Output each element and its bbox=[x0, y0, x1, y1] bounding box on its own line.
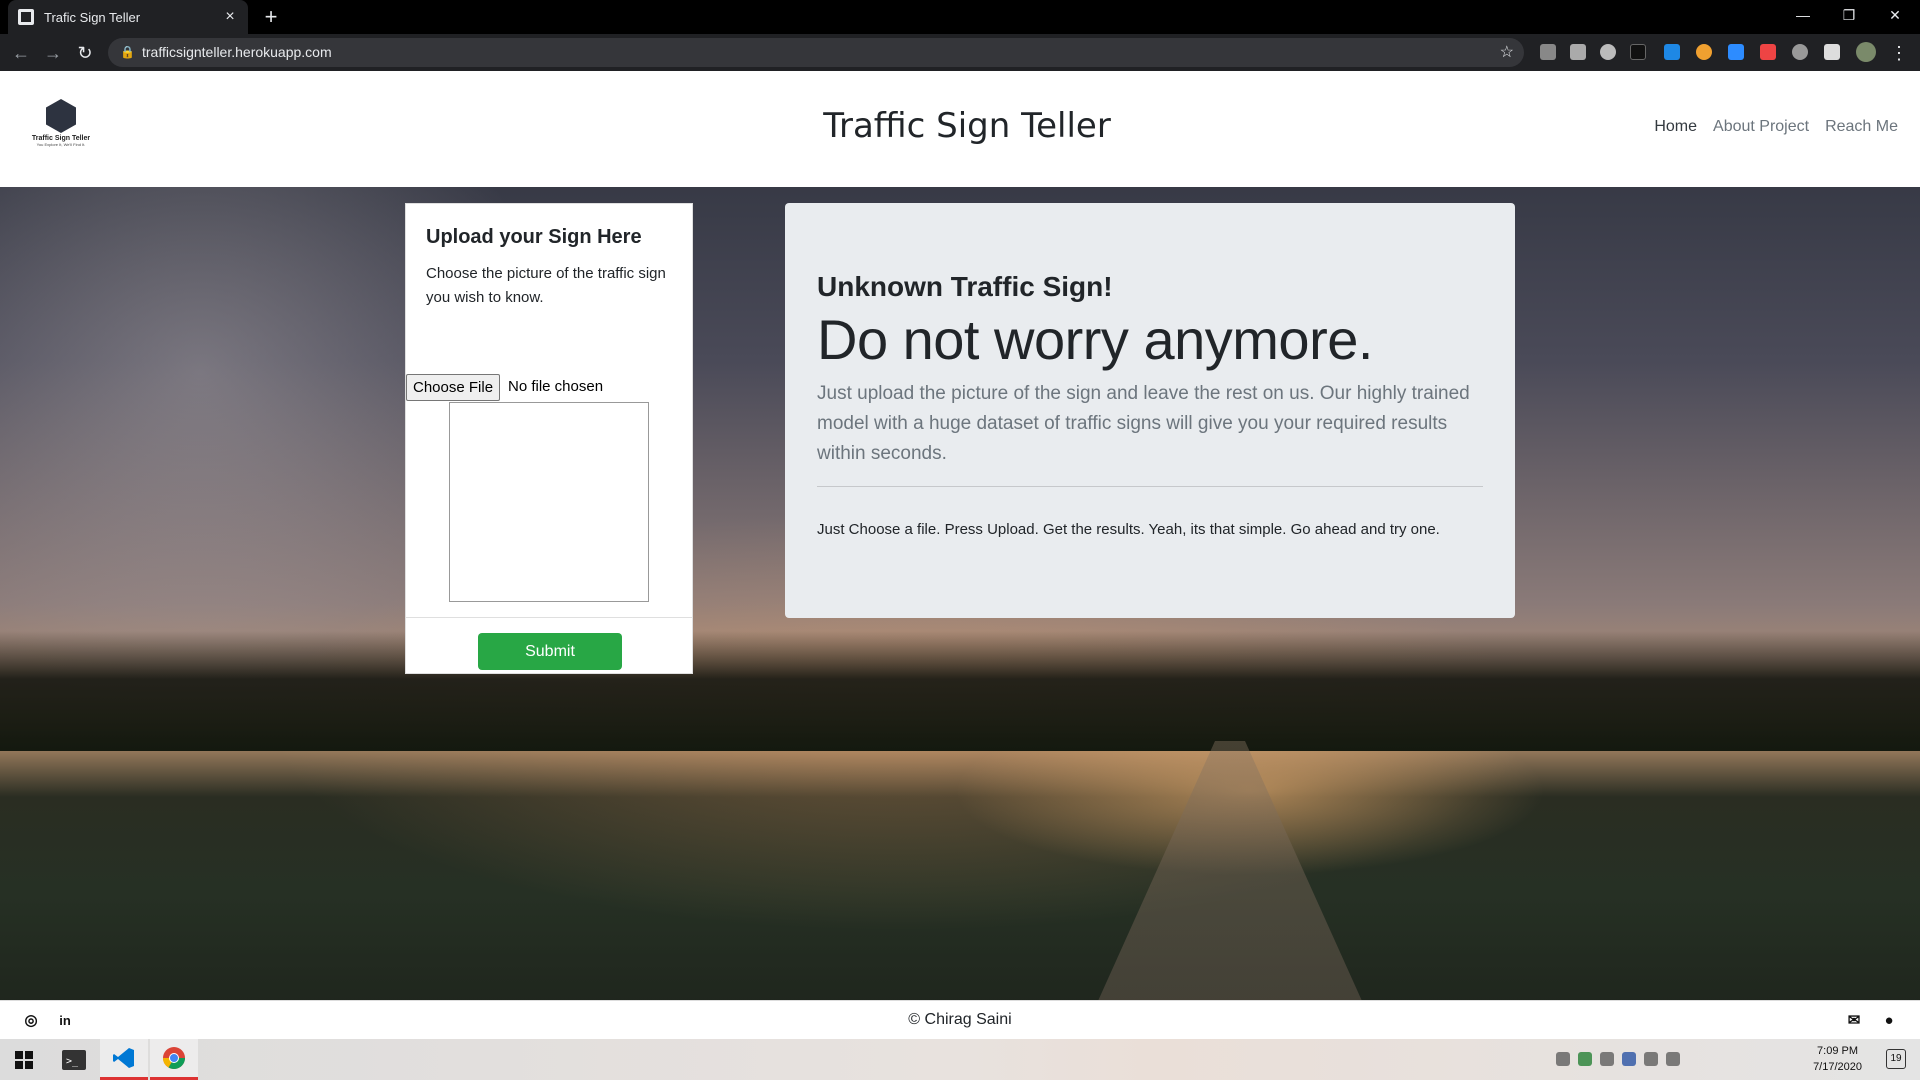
file-status-text: No file chosen bbox=[508, 378, 604, 395]
url-text: trafficsignteller.herokuapp.com bbox=[142, 44, 332, 60]
lock-icon: 🔒 bbox=[120, 45, 135, 59]
camera-extension-icon[interactable] bbox=[1570, 44, 1586, 60]
choose-file-button[interactable]: Choose File bbox=[406, 374, 501, 401]
site-favicon-icon bbox=[18, 9, 34, 25]
tray-icon[interactable] bbox=[1556, 1052, 1570, 1066]
tray-shield-icon[interactable] bbox=[1578, 1052, 1592, 1066]
browser-toolbar: ← → ↻ 🔒 trafficsignteller.herokuapp.com … bbox=[0, 34, 1920, 71]
github-icon[interactable]: ● bbox=[1880, 1012, 1898, 1030]
taskbar-clock[interactable]: 7:09 PM 7/17/2020 bbox=[1813, 1043, 1862, 1075]
back-icon[interactable]: ← bbox=[8, 40, 34, 66]
windows-start-icon[interactable] bbox=[0, 1039, 48, 1080]
zoom-extension-icon[interactable] bbox=[1728, 44, 1744, 60]
bookmark-star-icon[interactable]: ☆ bbox=[1500, 38, 1514, 67]
upload-card: Upload your Sign Here Choose the picture… bbox=[405, 203, 693, 674]
volume-icon[interactable] bbox=[1666, 1052, 1680, 1066]
address-bar[interactable]: 🔒 trafficsignteller.herokuapp.com ☆ bbox=[108, 38, 1524, 67]
menu-kebab-icon[interactable]: ⋮ bbox=[1886, 40, 1912, 66]
nav-about-project[interactable]: About Project bbox=[1713, 118, 1809, 136]
hero-divider bbox=[817, 486, 1483, 487]
site-brand-title: Traffic Sign Teller bbox=[823, 106, 1111, 146]
extension-icon[interactable] bbox=[1696, 44, 1712, 60]
clock-date: 7/17/2020 bbox=[1813, 1061, 1862, 1073]
submit-button[interactable]: Submit bbox=[478, 633, 622, 670]
svg-text:>_: >_ bbox=[66, 1056, 79, 1067]
browser-tab-strip: Trafic Sign Teller × + — ❐ ✕ bbox=[0, 0, 1920, 34]
tray-icon[interactable] bbox=[1600, 1052, 1614, 1066]
restore-icon[interactable]: ❐ bbox=[1826, 0, 1872, 30]
main-nav: Home About Project Reach Me bbox=[1654, 118, 1898, 136]
reload-icon[interactable]: ↻ bbox=[72, 40, 98, 66]
background-treeline bbox=[0, 631, 1920, 751]
site-header: Traffic Sign Teller You Explore It, We'l… bbox=[0, 71, 1920, 187]
extension-icon[interactable] bbox=[1630, 44, 1646, 60]
site-footer: ◎ in © Chirag Saini ✉ ● bbox=[0, 1000, 1920, 1039]
hero-jumbotron: Unknown Traffic Sign! Do not worry anymo… bbox=[785, 203, 1515, 618]
notification-center-icon[interactable]: 19 bbox=[1886, 1049, 1906, 1069]
nav-reach-me[interactable]: Reach Me bbox=[1825, 118, 1898, 136]
windows-taskbar: >_ 7:09 PM 7/17/2020 19 bbox=[0, 1039, 1920, 1080]
copyright-text: © Chirag Saini bbox=[908, 1011, 1012, 1028]
extensions-puzzle-icon[interactable] bbox=[1824, 44, 1840, 60]
minimize-icon[interactable]: — bbox=[1780, 0, 1826, 30]
hero-lead-text: Just upload the picture of the sign and … bbox=[817, 383, 1470, 464]
hero-heading: Unknown Traffic Sign! bbox=[817, 271, 1113, 302]
browser-tab[interactable]: Trafic Sign Teller × bbox=[8, 0, 248, 34]
system-tray-icons[interactable] bbox=[1556, 1052, 1680, 1066]
terminal-app-icon[interactable]: >_ bbox=[50, 1039, 98, 1080]
email-icon[interactable]: ✉ bbox=[1845, 1012, 1863, 1030]
upload-card-text: Choose the picture of the traffic sign y… bbox=[426, 265, 666, 306]
hero-note-text: Just Choose a file. Press Upload. Get th… bbox=[817, 521, 1440, 538]
background-road bbox=[1080, 741, 1380, 1039]
new-tab-icon[interactable]: + bbox=[258, 4, 284, 30]
upload-card-footer: Submit bbox=[406, 617, 692, 673]
profile-avatar[interactable] bbox=[1856, 42, 1876, 62]
extension-icon[interactable] bbox=[1664, 44, 1680, 60]
network-icon[interactable] bbox=[1644, 1052, 1658, 1066]
clock-time: 7:09 PM bbox=[1817, 1045, 1859, 1057]
web-page: Traffic Sign Teller You Explore It, We'l… bbox=[0, 71, 1920, 1039]
extension-icon[interactable] bbox=[1540, 44, 1556, 60]
chrome-app-icon[interactable] bbox=[150, 1039, 198, 1080]
close-window-icon[interactable]: ✕ bbox=[1872, 0, 1918, 30]
tray-icon[interactable] bbox=[1622, 1052, 1636, 1066]
nav-home[interactable]: Home bbox=[1654, 118, 1697, 136]
extension-icon[interactable] bbox=[1792, 44, 1808, 60]
forward-icon[interactable]: → bbox=[40, 40, 66, 66]
vscode-app-icon[interactable] bbox=[100, 1039, 148, 1080]
image-preview-box bbox=[449, 402, 649, 602]
hero-display-text: Do not worry anymore. bbox=[817, 308, 1373, 371]
upload-card-title: Upload your Sign Here bbox=[426, 226, 642, 248]
react-extension-icon[interactable] bbox=[1600, 44, 1616, 60]
tab-title: Trafic Sign Teller bbox=[44, 9, 141, 25]
extension-icon[interactable] bbox=[1760, 44, 1776, 60]
close-tab-icon[interactable]: × bbox=[222, 8, 238, 26]
